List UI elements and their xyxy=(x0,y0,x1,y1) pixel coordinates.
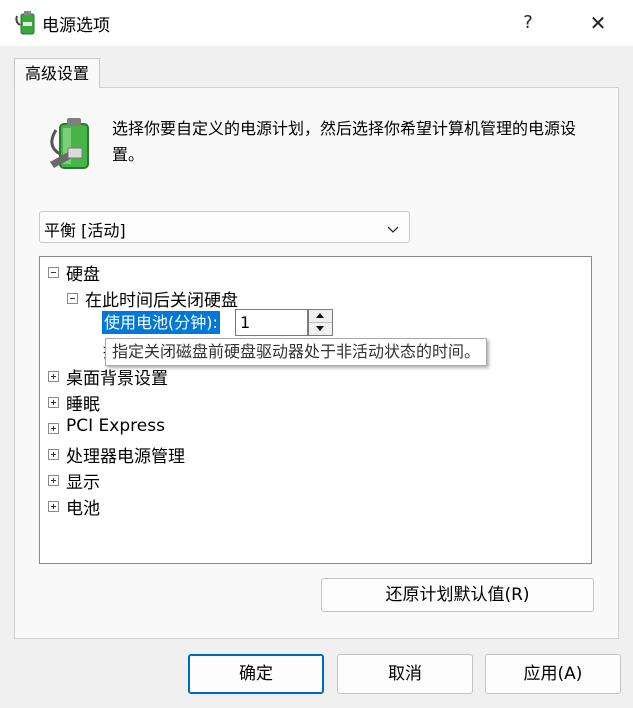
expand-icon[interactable] xyxy=(48,371,59,382)
power-options-icon xyxy=(14,10,38,36)
tooltip: 指定关闭磁盘前硬盘驱动器处于非活动状态的时间。 xyxy=(105,338,488,366)
restore-defaults-button[interactable]: 还原计划默认值(R) xyxy=(321,578,594,612)
tree-item-pci-express[interactable]: PCI Express xyxy=(66,416,165,436)
power-plan-value: 平衡 [活动] xyxy=(44,221,126,240)
expand-icon[interactable] xyxy=(48,423,59,434)
tree-item-battery[interactable]: 电池 xyxy=(66,494,100,519)
chevron-down-icon xyxy=(387,220,399,233)
tree-item-processor-power[interactable]: 处理器电源管理 xyxy=(66,442,185,467)
tab-advanced-settings[interactable]: 高级设置 xyxy=(14,58,100,88)
tree-item-desktop-background[interactable]: 桌面背景设置 xyxy=(66,364,168,389)
tree-item-display[interactable]: 显示 xyxy=(66,468,100,493)
tree-item-sleep[interactable]: 睡眠 xyxy=(66,390,100,415)
minutes-spinner[interactable] xyxy=(308,309,333,336)
tree-item-turn-off-disk-after[interactable]: 在此时间后关闭硬盘 xyxy=(85,286,238,311)
settings-tree[interactable]: 硬盘 在此时间后关闭硬盘 使用电池(分钟): 1 接通 桌面背景设置 睡眠 PC… xyxy=(39,256,592,564)
cancel-button[interactable]: 取消 xyxy=(337,654,473,694)
minutes-input[interactable]: 1 xyxy=(235,309,308,336)
collapse-icon[interactable] xyxy=(67,293,78,304)
spinner-down-icon[interactable] xyxy=(309,323,332,335)
expand-icon[interactable] xyxy=(48,397,59,408)
window-title: 电源选项 xyxy=(42,16,110,36)
setting-label-on-battery[interactable]: 使用电池(分钟): xyxy=(102,311,220,334)
ok-button[interactable]: 确定 xyxy=(188,654,324,694)
expand-icon[interactable] xyxy=(48,449,59,460)
tree-item-hard-disk[interactable]: 硬盘 xyxy=(66,260,100,285)
close-button[interactable]: ✕ xyxy=(576,6,620,40)
help-button[interactable]: ? xyxy=(506,6,550,40)
battery-icon xyxy=(46,118,98,172)
apply-button[interactable]: 应用(A) xyxy=(485,654,621,694)
spinner-up-icon[interactable] xyxy=(309,310,332,323)
collapse-icon[interactable] xyxy=(48,267,59,278)
power-plan-dropdown[interactable]: 平衡 [活动] xyxy=(39,211,410,243)
expand-icon[interactable] xyxy=(48,501,59,512)
expand-icon[interactable] xyxy=(48,475,59,486)
description-text: 选择你要自定义的电源计划，然后选择你希望计算机管理的电源设置。 xyxy=(112,119,577,164)
